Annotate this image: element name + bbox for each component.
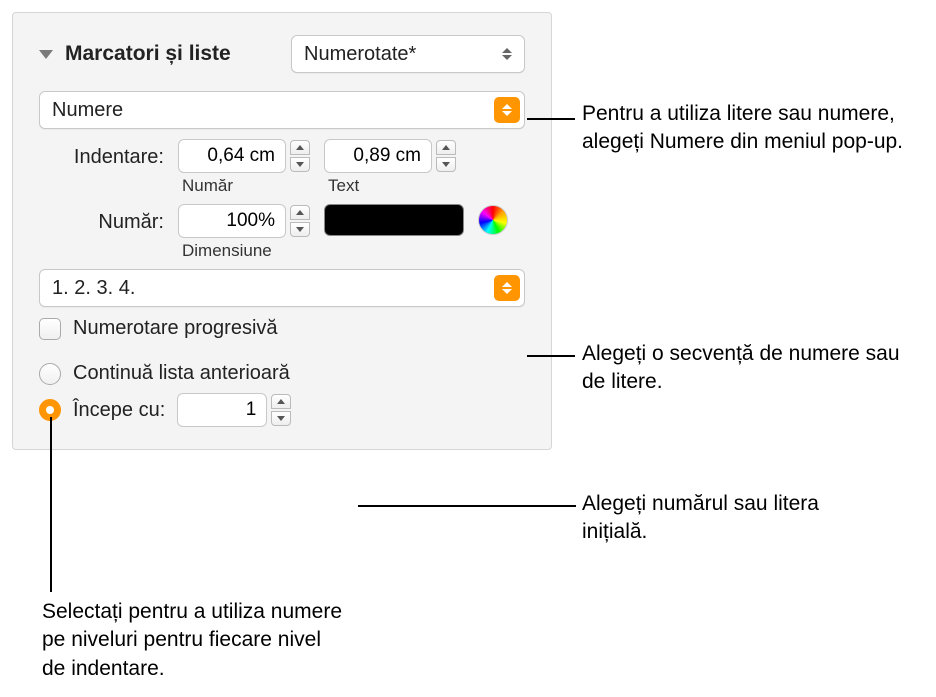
stepper-up-icon[interactable] — [290, 140, 310, 155]
continue-list-label: Continuă lista anterioară — [73, 362, 290, 385]
tiered-numbers-label: Numerotare progresivă — [73, 317, 278, 340]
number-size-sublabel: Dimensiune — [178, 241, 310, 261]
color-wheel-icon[interactable] — [478, 205, 508, 235]
number-row: Număr: Dimensiune — [39, 204, 525, 261]
stepper-down-icon[interactable] — [271, 411, 291, 426]
indent-label: Indentare: — [39, 139, 164, 169]
list-style-label: Numerotate* — [304, 43, 494, 66]
start-from-field[interactable] — [177, 393, 267, 427]
number-size-stepper[interactable] — [178, 204, 310, 238]
stepper-buttons[interactable] — [290, 140, 310, 172]
indent-row: Indentare: Număr Text — [39, 139, 525, 196]
indent-text-sublabel: Text — [324, 176, 456, 196]
indent-text-field[interactable] — [324, 139, 432, 173]
callout-line — [527, 118, 575, 120]
start-from-label: Începe cu: — [73, 399, 165, 422]
number-size-field[interactable] — [178, 204, 286, 238]
callout-tiered: Selectați pentru a utiliza numere pe niv… — [42, 598, 342, 683]
start-from-stepper[interactable] — [177, 393, 291, 427]
continue-list-radio[interactable] — [39, 363, 61, 385]
chevrons-icon — [494, 41, 520, 67]
number-sequence-dropdown[interactable]: 1. 2. 3. 4. — [39, 269, 525, 307]
color-controls — [324, 204, 508, 236]
stepper-up-icon[interactable] — [436, 140, 456, 155]
number-label: Număr: — [39, 204, 164, 234]
list-style-dropdown[interactable]: Numerotate* — [291, 35, 525, 73]
stepper-buttons[interactable] — [271, 394, 291, 426]
tiered-numbers-checkbox[interactable] — [39, 318, 61, 340]
continue-list-row: Continuă lista anterioară — [39, 362, 525, 385]
chevrons-icon — [494, 97, 520, 123]
indent-number-sublabel: Număr — [178, 176, 310, 196]
indent-number-stepper[interactable] — [178, 139, 310, 173]
section-title: Marcatori și liste — [65, 42, 231, 66]
bullets-lists-panel: Marcatori și liste Numerotate* Numere In… — [12, 12, 552, 450]
stepper-down-icon[interactable] — [290, 222, 310, 237]
callout-line — [50, 417, 52, 592]
callout-line — [358, 505, 576, 507]
number-sequence-label: 1. 2. 3. 4. — [52, 277, 494, 300]
stepper-down-icon[interactable] — [290, 157, 310, 172]
stepper-down-icon[interactable] — [436, 157, 456, 172]
indent-text-stepper[interactable] — [324, 139, 456, 173]
callout-bullet-type: Pentru a utiliza litere sau numere, aleg… — [582, 100, 912, 157]
stepper-buttons[interactable] — [290, 205, 310, 237]
callout-sequence: Alegeți o secvență de numere sau de lite… — [582, 340, 912, 397]
indent-number-field[interactable] — [178, 139, 286, 173]
disclosure-triangle-icon[interactable] — [39, 50, 53, 59]
chevrons-icon — [494, 275, 520, 301]
stepper-up-icon[interactable] — [290, 205, 310, 220]
stepper-up-icon[interactable] — [271, 394, 291, 409]
start-from-row: Începe cu: — [39, 393, 525, 427]
bullet-type-dropdown[interactable]: Numere — [39, 91, 525, 129]
stepper-buttons[interactable] — [436, 140, 456, 172]
callout-start-from: Alegeți numărul sau litera inițială. — [582, 490, 882, 547]
tiered-numbers-row: Numerotare progresivă — [39, 317, 525, 340]
color-well[interactable] — [324, 204, 464, 236]
callout-line — [527, 355, 575, 357]
panel-header: Marcatori și liste Numerotate* — [39, 35, 525, 73]
bullet-type-label: Numere — [52, 99, 494, 122]
